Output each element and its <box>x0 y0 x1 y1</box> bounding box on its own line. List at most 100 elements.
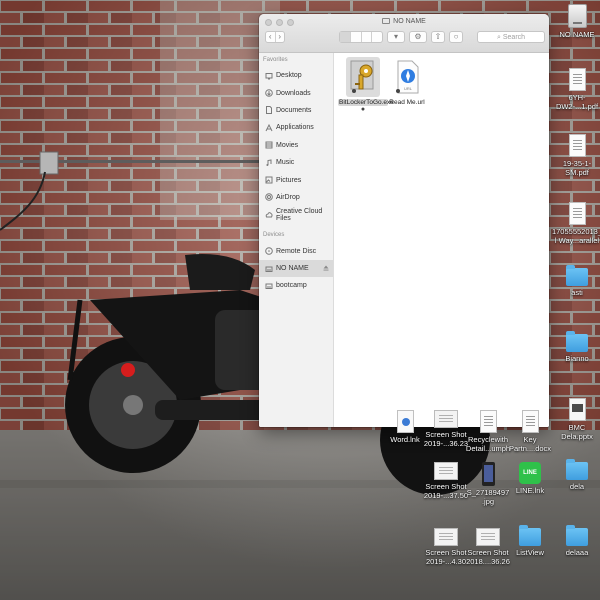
music-icon <box>265 159 273 167</box>
document-icon <box>568 202 586 225</box>
back-forward-buttons[interactable]: ‹ › <box>265 31 285 43</box>
sidebar-item-label: Music <box>276 159 295 167</box>
sidebar-item-label: Applications <box>276 124 314 132</box>
sidebar-item-no-name[interactable]: NO NAME <box>259 259 333 278</box>
sidebar-item-label: Documents <box>276 106 312 114</box>
disc-icon <box>265 247 273 256</box>
file-read-me-url[interactable]: URL Read Me.url <box>382 57 432 106</box>
desktop-icon-label: 17055552013_ l Way...arallel <box>551 227 600 245</box>
folder-icon <box>566 459 588 480</box>
document-icon <box>568 68 586 91</box>
sidebar-item-label: AirDrop <box>276 193 300 201</box>
desktop-icon-item[interactable]: 17055552013_ l Way...arallel <box>544 202 600 245</box>
sidebar-item-documents[interactable]: Documents <box>259 102 333 119</box>
desktop-icon-label: 19-35-1- SM.pdf <box>562 159 592 177</box>
line-app-icon: LINE <box>519 462 541 484</box>
sidebar-item-pictures[interactable]: Pictures <box>259 171 333 188</box>
desktop-icon-item[interactable]: asti <box>544 265 600 297</box>
desktop-icon-label: dela <box>569 482 585 491</box>
list-view-button[interactable] <box>351 32 362 42</box>
file-bitlockertogo[interactable]: BitLockerToGo.exe ● <box>338 57 394 113</box>
desktop-icon-label: 6YH- DW2-...1.pdf <box>555 93 599 111</box>
desktop-icon <box>265 72 273 80</box>
sidebar-item-label: NO NAME <box>276 265 309 273</box>
shortcut-icon <box>396 410 414 433</box>
documents-icon <box>265 106 273 115</box>
folder-icon <box>566 265 588 286</box>
sidebar-item-label: Remote Disc <box>276 247 317 255</box>
desktop-icon-item[interactable]: Key Partn....docx <box>502 410 558 453</box>
bitlocker-key-icon <box>346 57 380 97</box>
window-title-text: NO NAME <box>393 18 426 25</box>
sidebar-item-label: Downloads <box>276 89 311 97</box>
airdrop-icon <box>265 193 273 202</box>
drive-icon <box>567 4 587 28</box>
sidebar-item-music[interactable]: Music <box>259 154 333 171</box>
creative-cloud-icon <box>265 211 273 219</box>
drive-icon <box>382 18 391 25</box>
desktop-icon-item[interactable]: Bianno <box>544 331 600 363</box>
presentation-icon <box>568 398 586 421</box>
desktop-icon-label: NO NAME <box>559 30 595 39</box>
sidebar-item-label: Creative Cloud Files <box>276 207 323 222</box>
search-placeholder: Search <box>502 34 526 41</box>
column-view-button[interactable] <box>362 32 373 42</box>
sidebar-item-applications[interactable]: Applications <box>259 119 333 136</box>
document-icon <box>568 134 586 157</box>
window-title: NO NAME <box>259 18 549 25</box>
finder-toolbar: NO NAME ‹ › ▾ ⚙ ⇧ ○ ⌕ Search <box>259 14 549 53</box>
sidebar-item-label: Pictures <box>276 176 302 184</box>
finder-content-area[interactable]: BitLockerToGo.exe ● URL Read Me.url <box>334 53 549 427</box>
document-icon <box>521 410 539 433</box>
screenshot-icon <box>476 528 500 546</box>
drive-icon <box>265 282 273 290</box>
file-label: Read Me.url <box>389 99 425 106</box>
desktop-icon-label: delaaa <box>565 548 589 557</box>
applications-icon <box>265 123 273 132</box>
screenshot-icon <box>434 528 458 546</box>
tags-button[interactable]: ○ <box>449 31 463 43</box>
desktop-icon-item[interactable]: delaaa <box>544 525 600 557</box>
icon-view-button[interactable] <box>340 32 351 42</box>
desktop-icon-label: asti <box>571 288 583 297</box>
document-icon <box>479 410 497 433</box>
search-field[interactable]: ⌕ Search <box>477 31 545 43</box>
forward-button[interactable]: › <box>276 32 285 42</box>
desktop-icon-item[interactable]: 19-35-1- SM.pdf <box>544 134 600 177</box>
finder-sidebar: Favorites Desktop Downloads Documents Appli… <box>259 53 334 427</box>
gallery-view-button[interactable] <box>372 32 382 42</box>
sidebar-item-label: Desktop <box>276 72 302 80</box>
sidebar-item-creative-cloud-files[interactable]: Creative Cloud Files <box>259 206 333 223</box>
sidebar-devices-header: Devices <box>263 231 285 238</box>
sidebar-item-label: Movies <box>276 141 299 149</box>
sidebar-item-desktop[interactable]: Desktop <box>259 67 333 84</box>
sidebar-item-downloads[interactable]: Downloads <box>259 84 333 101</box>
drive-icon <box>265 265 273 273</box>
folder-icon <box>519 525 541 546</box>
desktop-icon-item[interactable]: dela <box>544 459 600 491</box>
downloads-icon <box>265 89 273 97</box>
image-file-icon <box>481 462 495 486</box>
view-mode-buttons[interactable] <box>339 31 383 43</box>
svg-text:URL: URL <box>404 86 413 91</box>
sidebar-item-bootcamp[interactable]: bootcamp <box>259 277 333 294</box>
back-button[interactable]: ‹ <box>266 32 276 42</box>
finder-window[interactable]: NO NAME ‹ › ▾ ⚙ ⇧ ○ ⌕ Search Favorites Des… <box>259 14 549 427</box>
desktop-icon-item[interactable]: 6YH- DW2-...1.pdf <box>544 68 600 111</box>
action-gear-icon[interactable]: ⚙ <box>409 31 427 43</box>
desktop-icon-item[interactable]: NO NAME <box>544 4 600 39</box>
screenshot-icon <box>434 462 458 480</box>
eject-icon[interactable] <box>323 265 329 271</box>
pictures-icon <box>265 176 273 184</box>
group-button[interactable]: ▾ <box>387 31 405 43</box>
sidebar-item-airdrop[interactable]: AirDrop <box>259 189 333 206</box>
desktop-icon-label: Key Partn....docx <box>508 435 552 453</box>
sidebar-item-label: bootcamp <box>276 282 307 290</box>
line-badge-text: LINE <box>523 470 537 476</box>
folder-icon <box>566 331 588 352</box>
alias-badge-icon: ● <box>360 106 366 113</box>
sidebar-item-movies[interactable]: Movies <box>259 137 333 154</box>
sidebar-item-remote-disc[interactable]: Remote Disc <box>259 243 333 260</box>
sidebar-favorites-header: Favorites <box>263 57 288 63</box>
share-button[interactable]: ⇧ <box>431 31 445 43</box>
